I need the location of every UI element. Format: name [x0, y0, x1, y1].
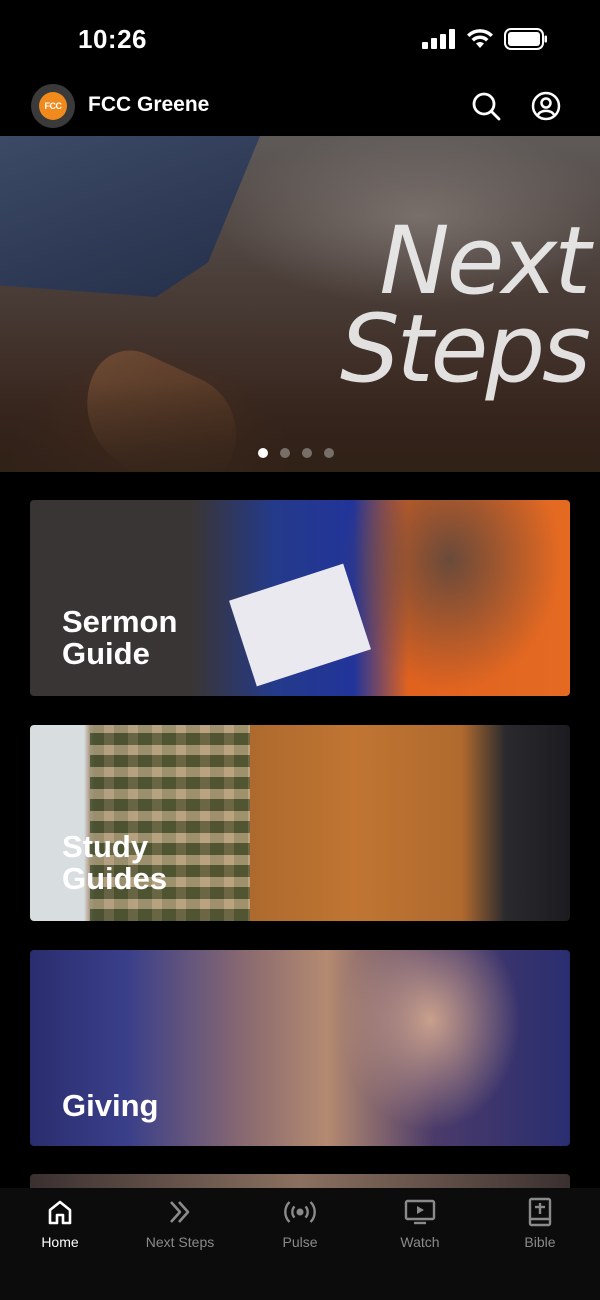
user-profile-icon: [531, 91, 561, 121]
hero-title-line1: Next: [379, 207, 591, 316]
cellular-signal-icon: [422, 29, 455, 49]
tab-label: Bible: [524, 1234, 556, 1250]
card-label-line1: Giving: [62, 1088, 159, 1123]
tab-label: Next Steps: [145, 1234, 215, 1250]
tab-home[interactable]: Home: [0, 1188, 120, 1268]
tv-play-icon: [404, 1196, 436, 1228]
tab-label: Pulse: [282, 1234, 318, 1250]
double-chevron-icon: [164, 1196, 196, 1228]
tab-pulse[interactable]: Pulse: [240, 1188, 360, 1268]
study-guides-card[interactable]: Study Guides: [30, 725, 570, 921]
card-label-line1: Study: [62, 829, 149, 864]
home-icon: [44, 1196, 76, 1228]
profile-button[interactable]: [528, 88, 564, 124]
card-label-line2: Guides: [62, 861, 168, 896]
carousel-dot[interactable]: [324, 448, 334, 458]
card-label-line2: Guide: [62, 636, 150, 671]
status-icons: [422, 28, 548, 50]
battery-icon: [504, 28, 547, 50]
next-card-peek[interactable]: [30, 1174, 570, 1188]
app-title: FCC Greene: [88, 93, 210, 116]
card-label: Giving: [62, 1090, 158, 1122]
hero-title-line2: Steps: [340, 295, 591, 404]
search-button[interactable]: [468, 88, 504, 124]
church-logo[interactable]: FCC: [31, 84, 75, 128]
tab-watch[interactable]: Watch: [360, 1188, 480, 1268]
card-photo-paper: [229, 563, 371, 687]
sermon-guide-card[interactable]: Sermon Guide: [30, 500, 570, 696]
app-header: FCC FCC Greene: [0, 80, 600, 136]
search-icon: [472, 92, 501, 121]
carousel-dot[interactable]: [302, 448, 312, 458]
card-label: Sermon Guide: [62, 606, 177, 670]
broadcast-icon: [284, 1196, 316, 1228]
bottom-tab-bar: Home Next Steps Pulse Watch Bible: [0, 1188, 600, 1300]
card-label: Study Guides: [62, 831, 167, 895]
carousel-dots: [258, 448, 334, 458]
tab-bible[interactable]: Bible: [480, 1188, 600, 1268]
hero-banner[interactable]: Next Steps: [0, 136, 600, 472]
carousel-dot[interactable]: [258, 448, 268, 458]
book-plus-icon: [524, 1196, 556, 1228]
status-time: 10:26: [78, 24, 147, 54]
hero-photo-jeans: [0, 136, 260, 297]
tab-label: Home: [41, 1234, 79, 1250]
status-bar: 10:26: [0, 0, 600, 80]
giving-card[interactable]: Giving: [30, 950, 570, 1146]
tab-label: Watch: [400, 1234, 440, 1250]
card-label-line1: Sermon: [62, 604, 178, 639]
logo-mark: FCC: [39, 92, 67, 120]
hero-title: Next Steps: [340, 207, 591, 404]
tab-next-steps[interactable]: Next Steps: [120, 1188, 240, 1268]
carousel-dot[interactable]: [280, 448, 290, 458]
wifi-icon: [467, 29, 493, 48]
